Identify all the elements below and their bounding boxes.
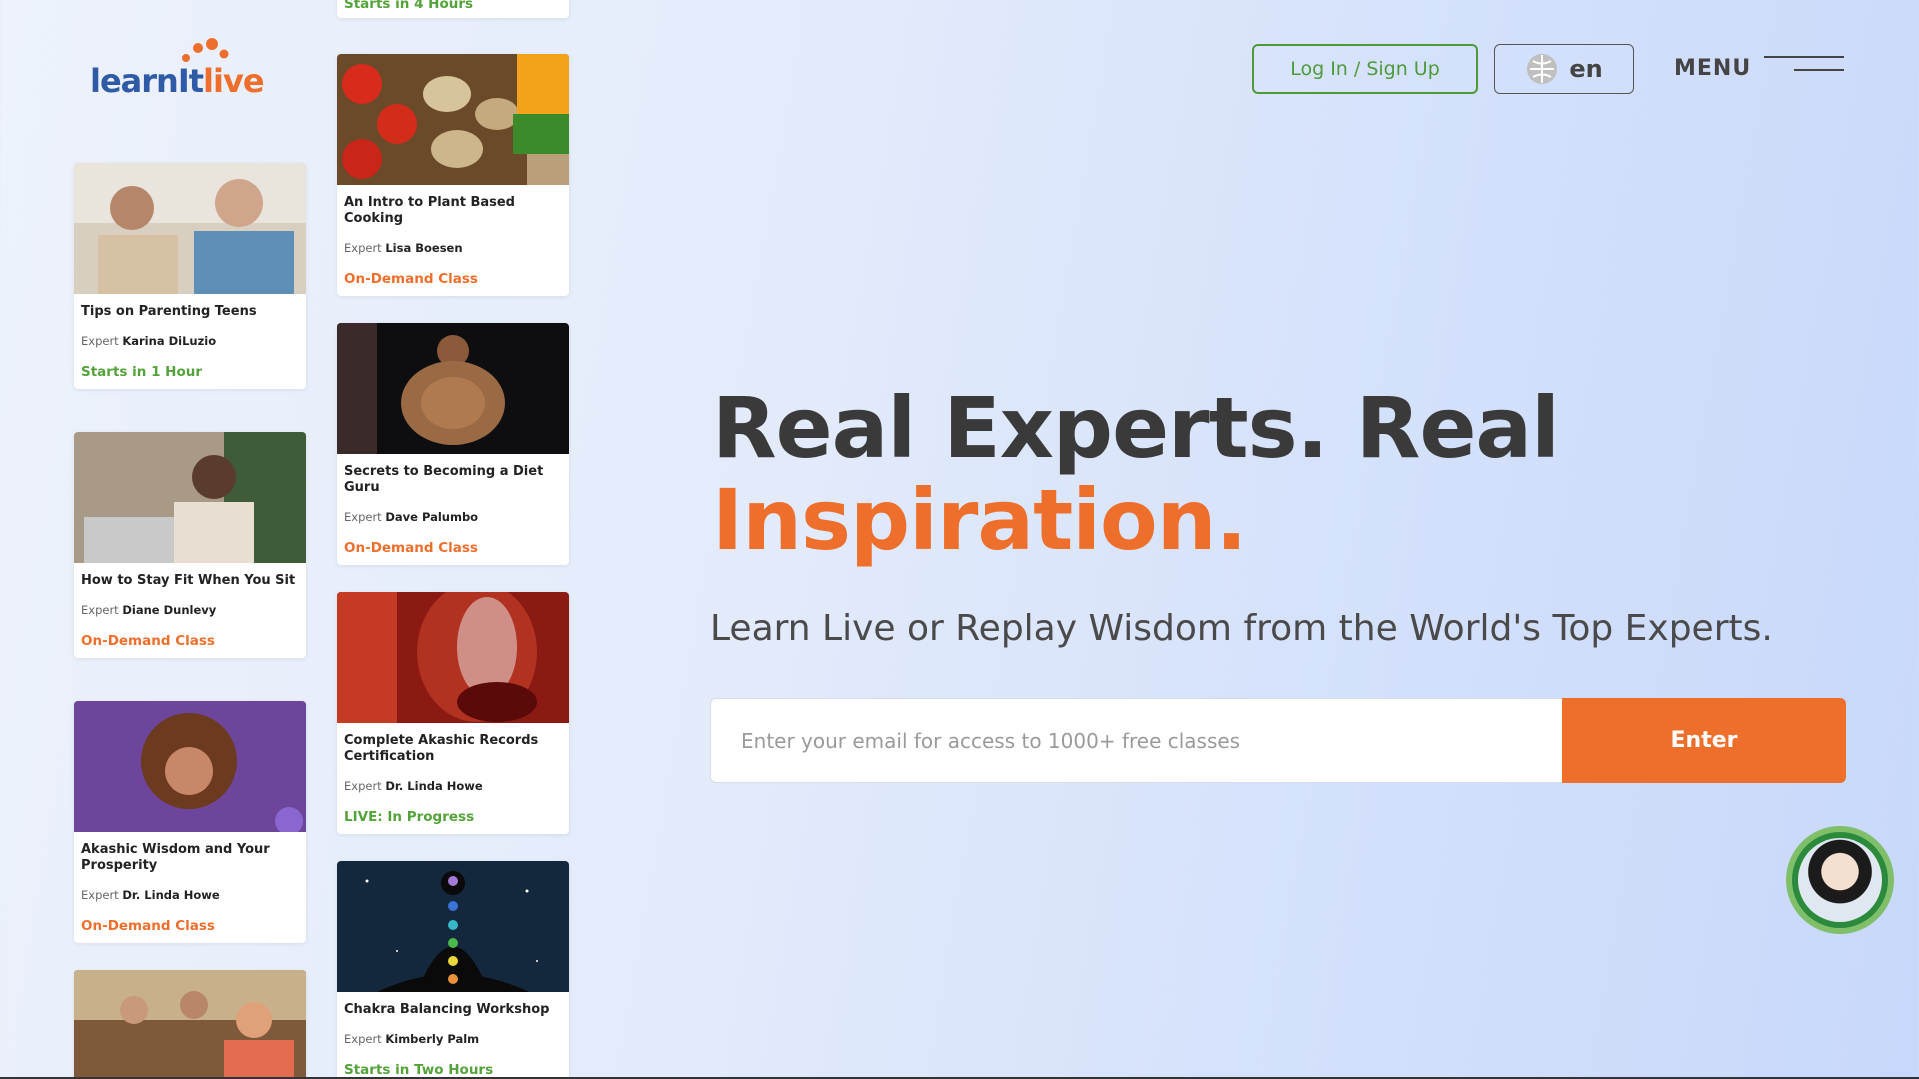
expert-name: Dave Palumbo <box>385 510 479 524</box>
expert-prefix: Expert <box>81 334 119 348</box>
class-title: Secrets to Becoming a Diet Guru <box>344 464 544 495</box>
class-title: Akashic Wisdom and Your Prosperity <box>81 842 270 873</box>
hamburger-line-top <box>1764 56 1844 58</box>
expert-prefix: Expert <box>344 241 382 255</box>
class-card[interactable]: Akashic Wisdom and Your Prosperity Exper… <box>74 701 306 943</box>
class-expert: Expert Lisa Boesen <box>344 241 562 255</box>
expert-prefix: Expert <box>81 603 119 617</box>
class-expert: Expert Dr. Linda Howe <box>344 779 562 793</box>
expert-prefix: Expert <box>344 779 382 793</box>
expert-prefix: Expert <box>81 888 119 902</box>
class-expert: Expert Diane Dunlevy <box>81 603 299 617</box>
class-thumbnail[interactable] <box>337 592 569 723</box>
class-card[interactable]: Complete Akashic Records Certification E… <box>337 592 569 834</box>
class-status: LIVE: In Progress <box>344 809 475 825</box>
class-card[interactable]: An Intro to Plant Based Cooking Expert L… <box>337 54 569 296</box>
class-card[interactable]: Starts in 4 Hours <box>337 0 569 18</box>
expert-name: Karina DiLuzio <box>122 334 217 348</box>
expert-name: Diane Dunlevy <box>122 603 217 617</box>
class-title: How to Stay Fit When You Sit <box>81 573 296 588</box>
expert-prefix: Expert <box>344 1032 382 1046</box>
expert-name: Kimberly Palm <box>385 1032 480 1046</box>
class-status: On-Demand Class <box>81 918 215 934</box>
language-selector[interactable]: en <box>1494 44 1634 94</box>
class-thumbnail[interactable] <box>337 323 569 454</box>
login-signup-button[interactable]: Log In / Sign Up <box>1252 44 1478 94</box>
hero-headline: Real Experts. Real Inspiration. <box>712 382 1712 566</box>
email-input[interactable] <box>710 698 1562 783</box>
logo[interactable]: learnItlive <box>90 38 270 100</box>
class-title: Complete Akashic Records Certification <box>344 733 539 764</box>
enter-button[interactable]: Enter <box>1562 698 1846 783</box>
avatar-ring <box>1792 832 1888 928</box>
hero-subhead: Learn Live or Replay Wisdom from the Wor… <box>710 608 1773 649</box>
headline-part1: Real Experts. Real <box>712 379 1560 477</box>
class-thumbnail[interactable] <box>74 432 306 563</box>
class-card[interactable]: Chakra Balancing Workshop Expert Kimberl… <box>337 861 569 1079</box>
class-thumbnail[interactable] <box>337 54 569 185</box>
logo-main: learnIt <box>90 62 204 100</box>
class-title: Tips on Parenting Teens <box>81 304 257 319</box>
headline-accent: Inspiration. <box>712 471 1247 569</box>
menu-label[interactable]: MENU <box>1674 56 1751 81</box>
class-expert: Expert Kimberly Palm <box>344 1032 562 1046</box>
logo-accent: live <box>203 62 264 100</box>
globe-icon <box>1527 54 1558 84</box>
chat-assistant-avatar[interactable] <box>1786 826 1894 934</box>
logo-text: learnItlive <box>90 62 265 100</box>
expert-name: Dr. Linda Howe <box>122 888 220 902</box>
class-thumbnail[interactable] <box>74 701 306 832</box>
expert-prefix: Expert <box>344 510 382 524</box>
hamburger-line-bottom <box>1794 69 1844 71</box>
class-expert: Expert Dr. Linda Howe <box>81 888 299 902</box>
class-card[interactable]: Tips on Parenting Teens Expert Karina Di… <box>74 163 306 389</box>
class-title: Chakra Balancing Workshop <box>344 1002 550 1017</box>
class-title: An Intro to Plant Based Cooking <box>344 195 515 226</box>
class-expert: Expert Dave Palumbo <box>344 510 562 524</box>
class-card[interactable]: How to Stay Fit When You Sit Expert Dian… <box>74 432 306 658</box>
class-expert: Expert Karina DiLuzio <box>81 334 299 348</box>
hamburger-icon[interactable] <box>1764 56 1844 74</box>
language-label: en <box>1569 55 1603 83</box>
class-status: Starts in 4 Hours <box>344 0 474 12</box>
class-status: On-Demand Class <box>344 271 478 287</box>
class-card[interactable] <box>74 970 306 1079</box>
class-card[interactable]: Secrets to Becoming a Diet Guru Expert D… <box>337 323 569 565</box>
class-status: On-Demand Class <box>344 540 478 556</box>
class-thumbnail[interactable] <box>337 861 569 992</box>
class-thumbnail[interactable] <box>74 970 306 1079</box>
expert-name: Lisa Boesen <box>385 241 463 255</box>
class-status: On-Demand Class <box>81 633 215 649</box>
email-signup-form: Enter <box>710 698 1846 783</box>
class-thumbnail[interactable] <box>74 163 306 294</box>
avatar-icon <box>1798 838 1882 922</box>
class-status: Starts in 1 Hour <box>81 364 203 380</box>
expert-name: Dr. Linda Howe <box>385 779 483 793</box>
